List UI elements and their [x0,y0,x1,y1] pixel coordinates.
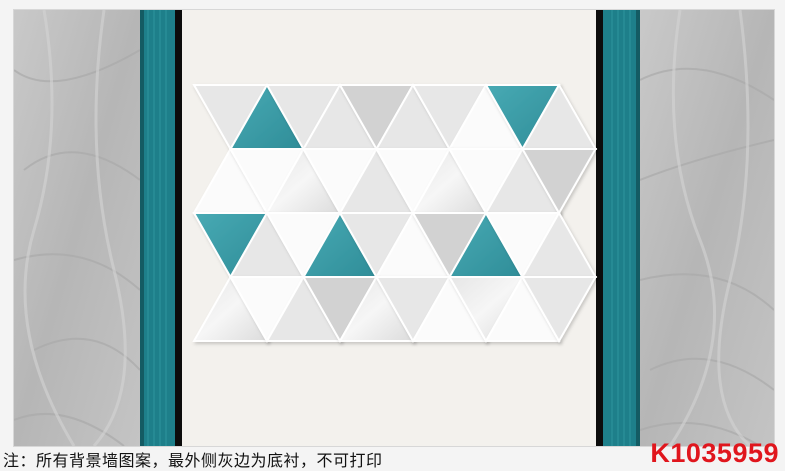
triangle-mosaic [192,82,598,344]
product-code: K1035959 [650,438,779,468]
print-note: 注：所有背景墙图案，最外侧灰边为底衬，不可打印 [3,451,383,470]
wallpaper-preview [14,10,774,446]
